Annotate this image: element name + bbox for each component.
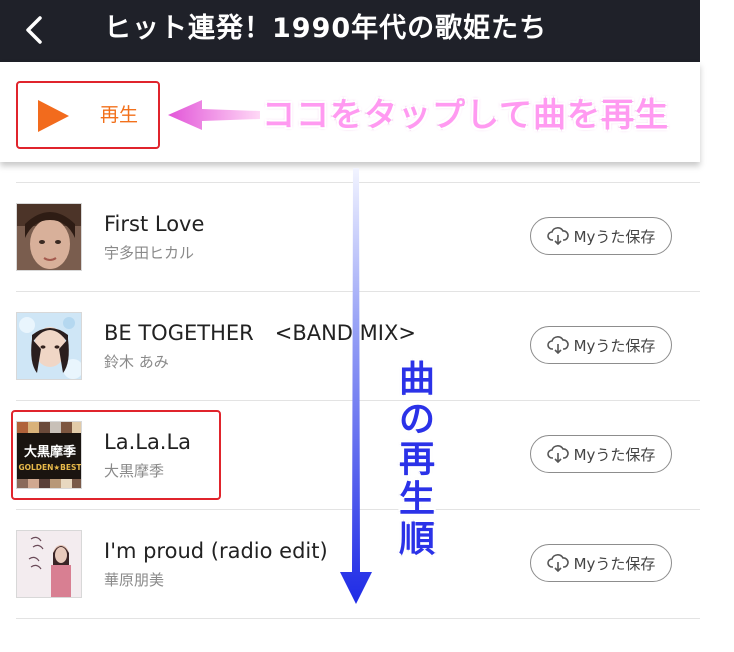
save-button-label: Myうた保存 [573,445,656,464]
save-to-my-songs-button[interactable]: Myうた保存 [530,435,672,473]
cloud-download-icon [546,554,569,572]
play-order-char: の [398,399,435,440]
play-order-annotation: 曲 の 再 生 順 [392,360,442,560]
play-all-label: 再生 [100,104,139,126]
tap-hint-annotation: ココをタップして曲を再生 [262,95,670,134]
album-cover-image [16,312,82,380]
play-order-char: 曲 [398,359,435,400]
page-title: ヒット連発！1990年代の歌姫たち [104,13,548,44]
album-cover-image [16,203,82,271]
song-artist: 宇多田ヒカル [104,244,195,262]
song-title: First Love [104,212,205,236]
play-order-char: 再 [398,439,435,480]
header-bar: ヒット連発！1990年代の歌姫たち [0,0,700,62]
cloud-download-icon [546,445,569,463]
cloud-download-icon [546,227,569,245]
save-button-label: Myうた保存 [573,227,656,246]
highlight-box-song [11,410,221,500]
play-all-button[interactable]: 再生 [16,81,160,149]
play-icon [38,100,69,132]
save-button-label: Myうた保存 [573,336,656,355]
song-artist: 鈴木 あみ [104,353,169,371]
play-order-char: 順 [398,519,435,560]
play-order-char: 生 [398,479,435,520]
song-artist: 華原朋美 [104,571,165,589]
song-title: I'm proud (radio edit) [104,539,328,563]
save-to-my-songs-button[interactable]: Myうた保存 [530,217,672,255]
chevron-left-icon [26,16,42,44]
album-cover-image [16,530,82,598]
back-button[interactable] [14,10,54,50]
save-button-label: Myうた保存 [573,554,656,573]
divider [16,618,700,619]
pink-arrow-icon [168,100,260,130]
save-to-my-songs-button[interactable]: Myうた保存 [530,544,672,582]
cloud-download-icon [546,336,569,354]
down-arrow-icon [340,168,372,604]
save-to-my-songs-button[interactable]: Myうた保存 [530,326,672,364]
